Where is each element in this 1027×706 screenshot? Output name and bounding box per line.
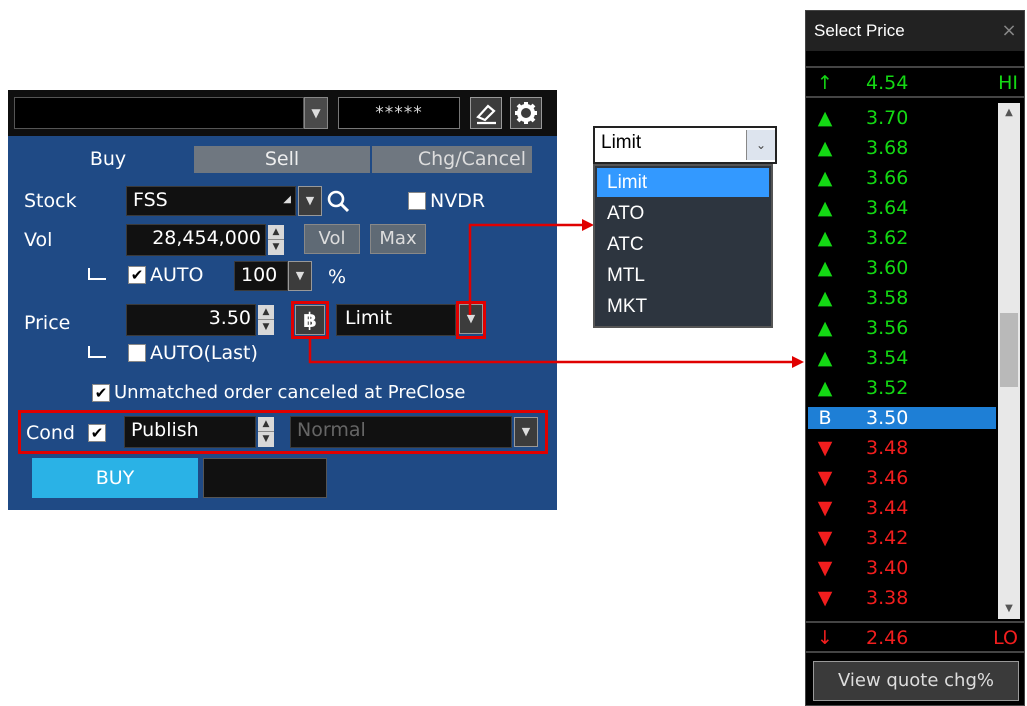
- price-value: 3.38: [866, 587, 909, 609]
- price-row[interactable]: ▲ 3.60: [808, 257, 996, 279]
- up-triangle-icon: ▲: [817, 287, 833, 309]
- up-triangle-icon: ▲: [817, 347, 833, 369]
- select-price-window: Select Price × ↑ 4.54 HI ▲ 3.70 ▲ 3.68 ▲ 3.66…: [805, 10, 1025, 706]
- order-type-option[interactable]: MTL: [597, 261, 769, 290]
- price-row[interactable]: ▲ 3.70: [808, 107, 996, 129]
- price-value: 3.42: [866, 527, 909, 549]
- low-price-value: 2.46: [866, 627, 909, 649]
- order-type-option[interactable]: MKT: [597, 292, 769, 321]
- price-value: 3.46: [866, 467, 909, 489]
- price-row[interactable]: ▼ 3.38: [808, 587, 996, 609]
- price-value: 3.68: [866, 137, 909, 159]
- high-price: ↑ 4.54 HI: [808, 72, 1022, 94]
- price-value: 3.56: [866, 317, 909, 339]
- order-type-option[interactable]: Limit: [597, 168, 769, 197]
- order-type-option[interactable]: ATC: [597, 230, 769, 259]
- order-type-option[interactable]: ATO: [597, 199, 769, 228]
- price-row[interactable]: ▲ 3.68: [808, 137, 996, 159]
- price-value: 3.54: [866, 347, 909, 369]
- price-row[interactable]: ▲ 3.52: [808, 377, 996, 399]
- down-triangle-icon: ▼: [817, 587, 833, 609]
- up-triangle-icon: ▲: [817, 137, 833, 159]
- price-row[interactable]: ▲ 3.66: [808, 167, 996, 189]
- low-price-row[interactable]: ↓ 2.46 LO: [806, 621, 1024, 653]
- price-row[interactable]: ▲ 3.54: [808, 347, 996, 369]
- bid-marker: B: [818, 407, 832, 429]
- price-value: 3.66: [866, 167, 909, 189]
- up-triangle-icon: ▲: [817, 197, 833, 219]
- order-type-list: Limit ATO ATC MTL MKT: [593, 164, 773, 328]
- up-triangle-icon: ▲: [817, 167, 833, 189]
- chevron-down-icon: ⌄: [755, 138, 767, 152]
- price-value: 3.64: [866, 197, 909, 219]
- down-triangle-icon: ▼: [817, 527, 833, 549]
- price-row[interactable]: ▲ 3.62: [808, 227, 996, 249]
- scroll-down-icon[interactable]: ▼: [1000, 601, 1018, 617]
- price-row[interactable]: B 3.50: [808, 407, 996, 429]
- down-triangle-icon: ▼: [817, 467, 833, 489]
- price-row[interactable]: ▼ 3.44: [808, 497, 996, 519]
- down-triangle-icon: ▼: [817, 437, 833, 459]
- price-value: 3.58: [866, 287, 909, 309]
- low-price: ↓ 2.46 LO: [808, 627, 1022, 649]
- price-row[interactable]: ▼ 3.46: [808, 467, 996, 489]
- up-triangle-icon: ▲: [817, 227, 833, 249]
- low-tag: LO: [993, 627, 1018, 649]
- price-value: 3.40: [866, 557, 909, 579]
- window-title: Select Price: [806, 11, 1024, 51]
- view-quote-chg-button[interactable]: View quote chg%: [813, 661, 1019, 701]
- arrow-to-price-window: [308, 339, 794, 364]
- down-arrow-icon: ↓: [817, 627, 833, 649]
- order-type-combobox[interactable]: Limit ⌄: [593, 126, 777, 164]
- order-type-toggle[interactable]: ⌄: [746, 130, 775, 160]
- up-triangle-icon: ▲: [817, 377, 833, 399]
- high-price-row[interactable]: ↑ 4.54 HI: [806, 66, 1024, 98]
- high-price-value: 4.54: [866, 72, 909, 94]
- price-value: 3.62: [866, 227, 909, 249]
- down-triangle-icon: ▼: [817, 557, 833, 579]
- price-scrollbar[interactable]: ▲ ▼: [998, 103, 1020, 619]
- up-triangle-icon: ▲: [817, 317, 833, 339]
- high-tag: HI: [998, 72, 1018, 94]
- price-row[interactable]: ▼ 3.40: [808, 557, 996, 579]
- price-value: 3.70: [866, 107, 909, 129]
- price-row[interactable]: ▲ 3.64: [808, 197, 996, 219]
- price-value: 3.44: [866, 497, 909, 519]
- price-value: 3.60: [866, 257, 909, 279]
- order-type-dropdown: Limit ⌄ Limit ATO ATC MTL MKT: [593, 126, 777, 328]
- up-triangle-icon: ▲: [817, 107, 833, 129]
- price-row[interactable]: ▲ 3.58: [808, 287, 996, 309]
- close-icon[interactable]: ×: [996, 11, 1022, 51]
- price-row[interactable]: ▲ 3.56: [808, 317, 996, 339]
- price-value: 3.52: [866, 377, 909, 399]
- up-triangle-icon: ▲: [817, 257, 833, 279]
- scroll-thumb[interactable]: [1000, 313, 1018, 387]
- price-row[interactable]: ▼ 3.42: [808, 527, 996, 549]
- price-ladder: ▲ 3.70 ▲ 3.68 ▲ 3.66 ▲ 3.64 ▲ 3.62 ▲ 3.60 ▲ 3.58 ▲ 3.56…: [806, 107, 998, 617]
- order-type-current: Limit: [601, 132, 642, 153]
- arrowhead-price-window: [792, 356, 804, 368]
- up-arrow-icon: ↑: [817, 72, 833, 94]
- down-triangle-icon: ▼: [817, 497, 833, 519]
- price-row[interactable]: ▼ 3.48: [808, 437, 996, 459]
- scroll-up-icon[interactable]: ▲: [1000, 105, 1018, 121]
- arrow-to-order-types: [468, 223, 584, 315]
- price-value: 3.50: [866, 407, 909, 429]
- price-value: 3.48: [866, 437, 909, 459]
